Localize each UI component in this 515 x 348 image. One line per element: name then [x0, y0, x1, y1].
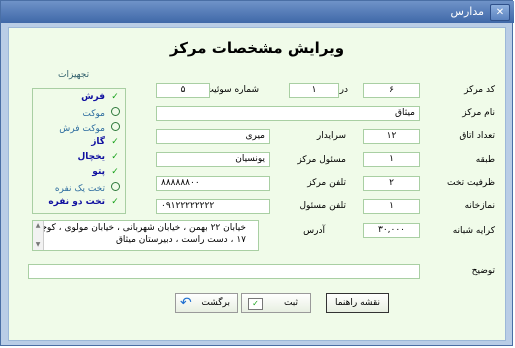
description-field[interactable] [28, 264, 420, 279]
floor-label: طبقه [475, 155, 495, 165]
back-button[interactable]: برگشت ↶ [175, 293, 238, 313]
checkmark-icon: ✓ [111, 152, 119, 162]
manager-phone-label: تلفن مسئول [299, 201, 346, 211]
suite-number-field[interactable]: ۵ [156, 83, 210, 98]
center-manager-field[interactable]: یونسیان [156, 152, 270, 167]
room-count-field[interactable]: ۱۲ [363, 129, 420, 144]
center-phone-field[interactable]: ۸۸۸۸۸۸۰۰ [156, 176, 270, 191]
submit-button[interactable]: ثبت ✓ [241, 293, 311, 313]
unchecked-circle-icon [109, 107, 121, 119]
close-button[interactable]: ✕ [490, 4, 510, 21]
checkmark-icon: ✓ [111, 137, 119, 147]
caretaker-field[interactable]: میری [156, 129, 270, 144]
equipment-item-moquette-carpet[interactable]: موکت فرش [59, 122, 121, 136]
center-manager-label: مسئول مرکز [297, 155, 346, 165]
equipment-label: تخت دو نفره [48, 197, 105, 207]
equipment-item-double-bed[interactable]: ✓ تخت دو نفره [48, 197, 121, 211]
scroll-down-icon[interactable]: ▼ [34, 241, 42, 249]
guide-map-button[interactable]: نقشه راهنما [326, 293, 389, 313]
center-name-field[interactable]: میثاق [156, 106, 420, 121]
equipment-list: ✓ فرش موکت موکت فرش ✓ گاز ✓ یخچال ✓ پتو تخت … [32, 88, 126, 214]
unchecked-circle-icon [109, 182, 121, 194]
prayer-room-label: نمازخانه [464, 201, 495, 211]
bed-capacity-field[interactable]: ۲ [363, 176, 420, 191]
page-title: ویرایش مشخصات مرکز [169, 39, 345, 57]
equipment-label: تخت یک نفره [54, 184, 105, 194]
equipment-item-fridge[interactable]: ✓ یخچال [77, 152, 121, 166]
equipment-label: موکت فرش [59, 124, 105, 134]
equipment-label: فرش [81, 92, 105, 102]
unchecked-circle-icon [109, 122, 121, 134]
floor-field[interactable]: ۱ [363, 152, 420, 167]
equipment-item-moquette[interactable]: موکت [82, 107, 121, 121]
center-code-field[interactable]: ۶ [363, 83, 420, 98]
back-label: برگشت [201, 298, 230, 308]
equipment-label: موکت [82, 109, 105, 119]
grade-field[interactable]: ۱ [289, 83, 339, 98]
equipment-label: یخچال [77, 152, 105, 162]
suite-number-label: شماره سوئیت [205, 85, 259, 95]
app-window: مدارس ✕ ویرایش مشخصات مرکز کد مرکز ۶ درج… [0, 0, 514, 346]
checkmark-icon: ✓ [111, 167, 119, 177]
room-count-label: تعداد اتاق [459, 131, 495, 141]
nightly-rent-field[interactable]: ۳۰,۰۰۰ [363, 223, 420, 238]
equipment-item-blanket[interactable]: ✓ پتو [92, 167, 121, 181]
save-icon: ✓ [248, 298, 263, 310]
equipment-item-single-bed[interactable]: تخت یک نفره [55, 182, 121, 196]
equipment-item-carpet[interactable]: ✓ فرش [81, 92, 121, 106]
equipment-label: گاز [91, 137, 105, 147]
bed-capacity-label: ظرفیت تخت [447, 178, 495, 188]
submit-label: ثبت [283, 298, 298, 308]
manager-phone-field[interactable]: ۰۹۱۲۲۲۲۲۲۲۲ [156, 199, 270, 214]
address-text: خیابان ۲۲ بهمن ، خیابان شهربانی ، خیابان… [36, 223, 247, 245]
equipment-title: تجهیزات [58, 70, 90, 80]
edit-center-form: ویرایش مشخصات مرکز کد مرکز ۶ درجه ۱ شمار… [8, 27, 506, 341]
equipment-item-gas[interactable]: ✓ گاز [91, 137, 121, 151]
caretaker-label: سرایدار [316, 131, 346, 141]
address-label: آدرس [303, 226, 325, 236]
equipment-label: پتو [92, 167, 105, 177]
title-bar: مدارس ✕ [1, 1, 514, 23]
prayer-room-field[interactable]: ۱ [363, 199, 420, 214]
nightly-rent-label: کرایه شبانه [452, 226, 495, 236]
center-name-label: نام مرکز [462, 108, 495, 118]
center-code-label: کد مرکز [464, 85, 495, 95]
checkmark-icon: ✓ [111, 197, 119, 207]
window-title: مدارس [450, 5, 484, 18]
address-scrollbar[interactable]: ▲ ▼ [33, 221, 44, 250]
center-phone-label: تلفن مرکز [307, 178, 346, 188]
checkmark-icon: ✓ [111, 92, 119, 102]
description-label: توضیح [471, 266, 495, 276]
back-arrow-icon: ↶ [180, 295, 192, 311]
address-textarea[interactable]: ▲ ▼ خیابان ۲۲ بهمن ، خیابان شهربانی ، خی… [32, 220, 259, 251]
scroll-up-icon[interactable]: ▲ [34, 222, 42, 230]
